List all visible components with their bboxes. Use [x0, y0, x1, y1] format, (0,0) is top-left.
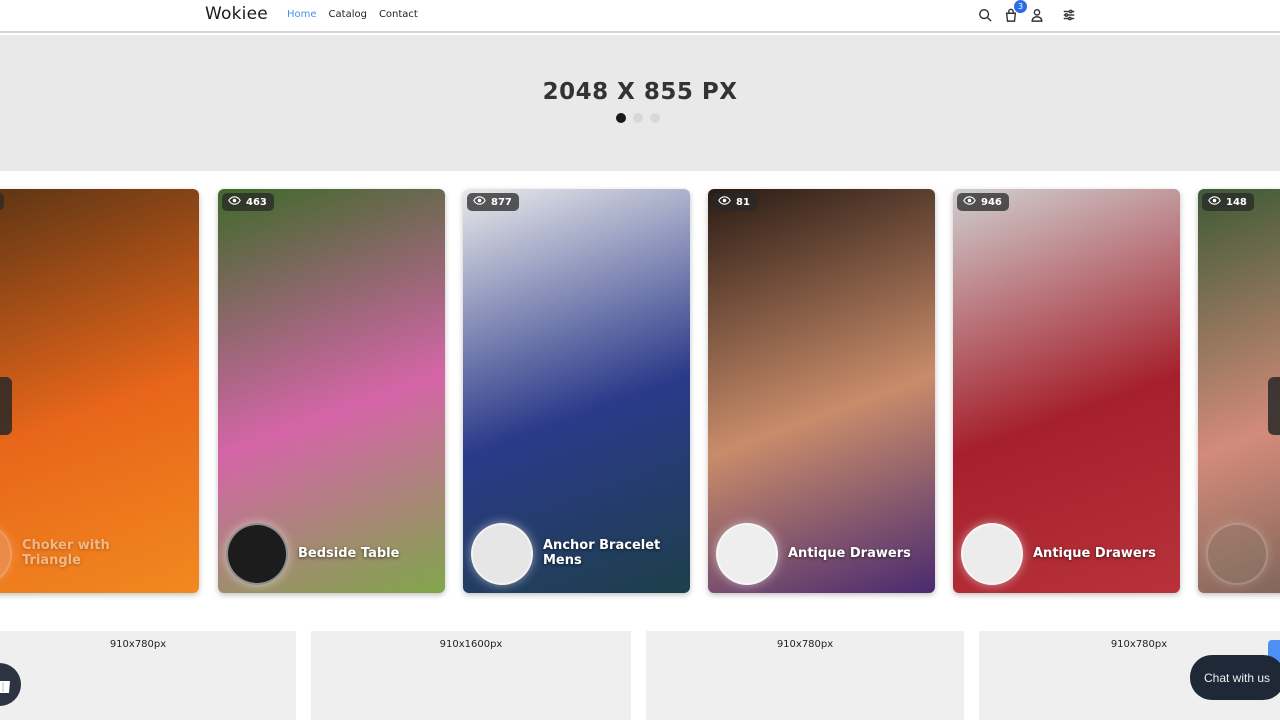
reel-card[interactable]: 1.6K Choker with Triangle	[0, 189, 199, 593]
product-name: Choker with Triangle	[22, 538, 110, 568]
product-thumbnail	[0, 523, 12, 585]
chat-button[interactable]: Chat with us	[1190, 655, 1280, 700]
eye-icon	[228, 196, 241, 208]
nav-catalog[interactable]: Catalog	[329, 9, 367, 20]
view-count: 877	[491, 196, 512, 208]
view-count: 463	[246, 196, 267, 208]
product-tag[interactable]: Bedside Table	[226, 523, 399, 585]
nav-contact[interactable]: Contact	[379, 9, 418, 20]
slide-dots	[616, 113, 660, 123]
view-count-badge: 1.6K	[0, 193, 5, 210]
slide-dot-2[interactable]	[633, 113, 643, 123]
video-reels-carousel: 1.6K Choker with Triangle 463 Bedside Ta…	[0, 189, 1280, 593]
cart-button[interactable]: 3	[1003, 0, 1027, 24]
product-tag[interactable]: Antique Drawers	[961, 523, 1156, 585]
carousel-next-button[interactable]	[1268, 377, 1280, 435]
product-tag[interactable]: Antique Drawers	[716, 523, 911, 585]
slide-dot-3[interactable]	[650, 113, 660, 123]
tile-label: 910x780px	[776, 639, 834, 650]
image-grid: 910x780px 910x1600px 910x780px 910x780px	[0, 631, 1280, 720]
search-icon	[979, 9, 992, 22]
settings-button[interactable]	[1061, 6, 1077, 24]
tile-label: 910x1600px	[439, 639, 503, 650]
cart-count-badge: 3	[1014, 0, 1027, 13]
reel-card[interactable]: 877 Anchor Bracelet Mens	[463, 189, 690, 593]
view-count: 946	[981, 196, 1002, 208]
view-count-badge: 81	[712, 193, 757, 211]
tile-label: 910x780px	[109, 639, 167, 650]
user-icon	[1031, 9, 1043, 22]
logo[interactable]: Wokiee	[205, 4, 268, 24]
product-name: Anchor Bracelet Mens	[543, 538, 661, 568]
product-thumbnail	[961, 523, 1023, 585]
view-count: 148	[1226, 196, 1247, 208]
eye-icon	[718, 196, 731, 208]
reel-card[interactable]: 81 Antique Drawers	[708, 189, 935, 593]
grid-tile[interactable]: 910x1600px	[311, 631, 631, 720]
product-tag[interactable]: Choker with Triangle	[0, 523, 152, 585]
main-nav: Home Catalog Contact	[287, 9, 418, 20]
site-header: Wokiee Home Catalog Contact 3	[0, 0, 1280, 33]
product-tag[interactable]: Anchor Bracelet Mens	[471, 523, 673, 585]
shopping-bag-icon	[0, 680, 10, 693]
tile-label: 910x780px	[1110, 639, 1168, 650]
product-tag[interactable]	[1206, 523, 1278, 585]
product-thumbnail	[226, 523, 288, 585]
eye-icon	[473, 196, 486, 208]
reel-card[interactable]: 463 Bedside Table	[218, 189, 445, 593]
product-name: Antique Drawers	[788, 545, 911, 561]
hero-title: 2048 X 855 PX	[542, 79, 738, 105]
product-thumbnail	[471, 523, 533, 585]
grid-tile[interactable]: 910x780px	[0, 631, 296, 720]
product-thumbnail	[716, 523, 778, 585]
product-name: Bedside Table	[298, 545, 400, 561]
view-count-badge: 463	[222, 193, 274, 211]
reel-card[interactable]: 946 Antique Drawers	[953, 189, 1180, 593]
slide-dot-1[interactable]	[616, 113, 626, 123]
sliders-icon	[1063, 9, 1075, 21]
carousel-prev-button[interactable]	[0, 377, 12, 435]
eye-icon	[963, 196, 976, 208]
view-count-badge: 877	[467, 193, 519, 211]
search-button[interactable]	[977, 6, 993, 24]
grid-tile[interactable]: 910x780px	[646, 631, 964, 720]
nav-home[interactable]: Home	[287, 9, 317, 20]
view-count: 81	[736, 196, 750, 208]
account-button[interactable]	[1029, 6, 1045, 24]
eye-icon	[1208, 196, 1221, 208]
view-count-badge: 148	[1202, 193, 1254, 211]
product-name: Antique Drawers	[1033, 545, 1156, 561]
hero-slideshow: 2048 X 855 PX	[0, 35, 1280, 171]
product-thumbnail	[1206, 523, 1268, 585]
view-count-badge: 946	[957, 193, 1009, 211]
header-actions: 3	[977, 0, 1087, 24]
